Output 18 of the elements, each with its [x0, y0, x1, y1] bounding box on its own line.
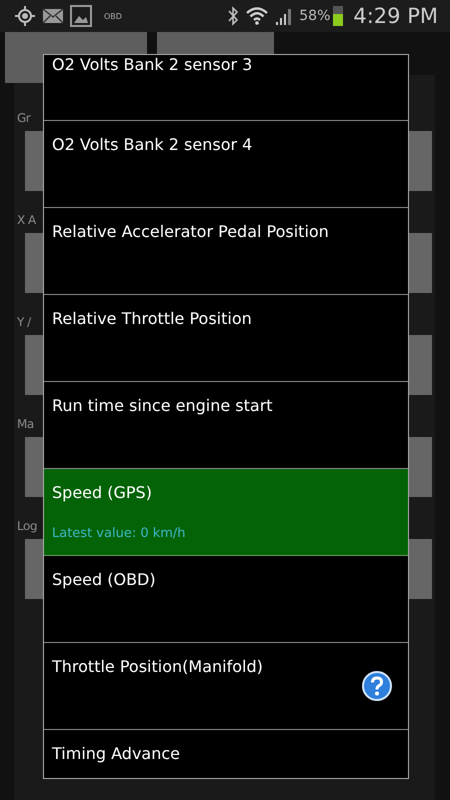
item-label: Timing Advance: [52, 744, 182, 763]
item-label: Speed (OBD): [52, 570, 157, 589]
clock: 4:29 PM: [353, 4, 438, 28]
battery-percent: 58%: [299, 8, 330, 24]
item-label: Run time since engine start: [52, 396, 274, 415]
field-label: X A: [17, 213, 36, 227]
item-label: Relative Throttle Position: [52, 309, 253, 328]
field-label: Y /: [17, 315, 31, 329]
field-label: Gr: [17, 111, 30, 125]
item-label: Relative Accelerator Pedal Position: [52, 222, 330, 241]
item-label: O2 Volts Bank 2 sensor 3: [52, 55, 254, 74]
item-label: Speed (GPS): [52, 483, 153, 502]
field-label: Ma: [17, 417, 34, 431]
item-label: Throttle Position(Manifold): [52, 657, 264, 676]
item-label: O2 Volts Bank 2 sensor 4: [52, 135, 254, 154]
latest-value: Latest value: 0 km/h: [52, 526, 187, 541]
field-label: Log: [17, 519, 37, 533]
notification-label: OBD: [104, 12, 122, 20]
